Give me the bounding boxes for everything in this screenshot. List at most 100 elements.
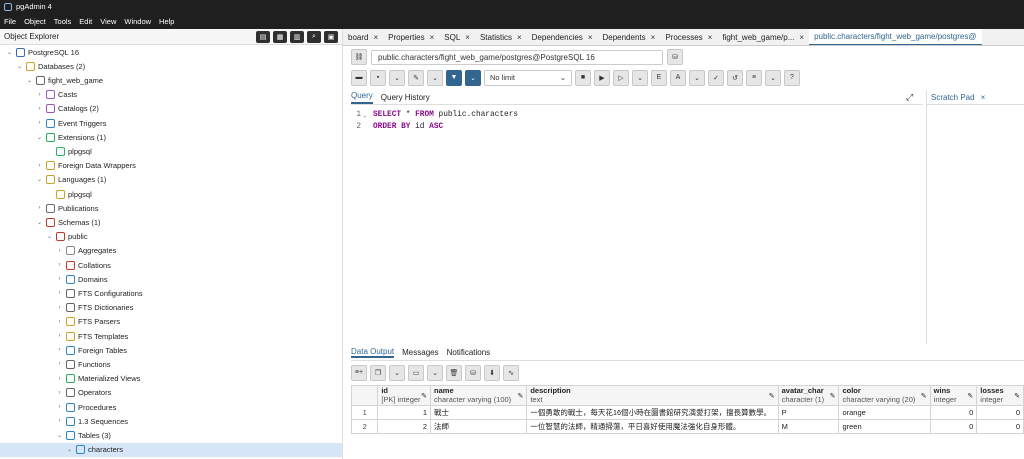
tree-node[interactable]: › Functions: [56, 357, 111, 371]
database-icon[interactable]: ⛁: [667, 49, 683, 65]
close-icon[interactable]: ×: [708, 33, 713, 42]
tree-node[interactable]: ⌄ fight_web_game: [26, 73, 103, 87]
cell-name[interactable]: 戰士: [430, 405, 528, 420]
filter-rows-icon[interactable]: ▥: [290, 30, 304, 43]
edit-column-icon[interactable]: ✎: [769, 392, 775, 400]
view-data-icon[interactable]: ▦: [273, 30, 287, 43]
close-icon[interactable]: ×: [588, 33, 593, 42]
chevron-right-icon[interactable]: ›: [36, 205, 43, 211]
close-icon[interactable]: ×: [981, 93, 986, 102]
column-header-name[interactable]: name character varying (100) ✎: [430, 385, 528, 406]
cell-name[interactable]: 法師: [430, 419, 528, 434]
cell-color[interactable]: orange: [838, 405, 931, 420]
chevron-right-icon[interactable]: ›: [56, 361, 63, 367]
macros-dropdown-icon[interactable]: ⌄: [765, 69, 781, 86]
menu-edit[interactable]: Edit: [79, 17, 92, 26]
tree-node[interactable]: › FTS Templates: [56, 329, 128, 343]
tree-node[interactable]: › Procedures: [56, 400, 116, 414]
tree-node[interactable]: › Operators: [56, 386, 111, 400]
tree-node[interactable]: › Collations: [56, 258, 111, 272]
chevron-right-icon[interactable]: ›: [56, 305, 63, 311]
tree-node[interactable]: › Foreign Data Wrappers: [36, 159, 136, 173]
add-row-icon[interactable]: ≡+: [351, 364, 367, 381]
column-header-color[interactable]: color character varying (20) ✎: [838, 385, 931, 406]
chevron-right-icon[interactable]: ›: [56, 404, 63, 410]
close-icon[interactable]: ×: [430, 33, 435, 42]
query-tool-icon[interactable]: ▤: [256, 30, 270, 43]
explain-icon[interactable]: E: [651, 69, 667, 86]
cell-color[interactable]: green: [838, 419, 931, 434]
connection-selector[interactable]: public.characters/fight_web_game/postgre…: [371, 49, 663, 65]
tab-2[interactable]: SQL ×: [439, 29, 475, 45]
cell-losses[interactable]: 0: [976, 405, 1024, 420]
column-header-losses[interactable]: losses integer ✎: [976, 385, 1024, 406]
tab-8[interactable]: public.characters/fight_web_game/postgre…: [809, 29, 982, 45]
chevron-down-icon[interactable]: ⌄: [36, 134, 43, 141]
tab-query-history[interactable]: Query History: [381, 93, 430, 104]
chevron-right-icon[interactable]: ›: [56, 248, 63, 254]
edit-column-icon[interactable]: ✎: [517, 392, 523, 400]
edit-column-icon[interactable]: ✎: [830, 392, 836, 400]
column-header-description[interactable]: description text ✎: [526, 385, 779, 406]
tab-3[interactable]: Statistics ×: [475, 29, 527, 45]
column-header-wins[interactable]: wins integer ✎: [929, 385, 978, 406]
fold-icon[interactable]: ⌄: [363, 112, 373, 119]
chevron-down-icon[interactable]: ⌄: [46, 233, 53, 240]
table-row[interactable]: 1 1 戰士 一個勇敢的戰士，每天花16個小時在圖書館研究演愛打架，擅長算數學。 Por…: [350, 405, 1024, 420]
sql-editor[interactable]: 1 ⌄ SELECT * FROM public.characters 2 ORDER …: [351, 109, 925, 345]
tab-notifications[interactable]: Notifications: [447, 348, 491, 357]
chevron-right-icon[interactable]: ›: [56, 347, 63, 353]
chevron-down-icon[interactable]: ⌄: [6, 49, 13, 56]
cell-avatar_char[interactable]: P: [777, 405, 840, 420]
column-header-avatar_char[interactable]: avatar_char character (1) ✎: [777, 385, 840, 406]
tree-node[interactable]: ⌄ public: [46, 230, 88, 244]
close-icon[interactable]: ×: [465, 33, 470, 42]
menu-help[interactable]: Help: [159, 17, 174, 26]
tree-node[interactable]: › Materialized Views: [56, 372, 140, 386]
connection-status-icon[interactable]: ⛓: [351, 49, 367, 65]
menu-file[interactable]: File: [4, 17, 16, 26]
tree-node[interactable]: ⌄ PostgreSQL 16: [6, 45, 79, 59]
row-limit-select[interactable]: No limit ⌄: [484, 69, 572, 86]
tab-scratch-pad[interactable]: Scratch Pad: [931, 93, 975, 102]
execute-icon[interactable]: ▶: [594, 69, 610, 86]
chevron-right-icon[interactable]: ›: [56, 333, 63, 339]
commit-icon[interactable]: ✓: [708, 69, 724, 86]
chevron-right-icon[interactable]: ›: [36, 120, 43, 126]
filter-icon[interactable]: ▼: [446, 69, 462, 86]
chevron-right-icon[interactable]: ›: [56, 276, 63, 282]
edit-column-icon[interactable]: ✎: [921, 392, 927, 400]
tree-node[interactable]: › FTS Configurations: [56, 286, 143, 300]
cell-id[interactable]: 1: [377, 405, 432, 420]
download-icon[interactable]: ⬇: [484, 364, 500, 381]
close-icon[interactable]: ×: [517, 33, 522, 42]
menu-tools[interactable]: Tools: [54, 17, 72, 26]
tree-node[interactable]: › Catalogs (2): [36, 102, 99, 116]
tab-7[interactable]: fight_web_game/p... ×: [717, 29, 809, 45]
chevron-down-icon[interactable]: ⌄: [56, 432, 63, 439]
menu-object[interactable]: Object: [24, 17, 46, 26]
tree-node[interactable]: › Casts: [36, 88, 77, 102]
edit-icon[interactable]: ✎: [408, 69, 424, 86]
tree-node[interactable]: ⌄ Languages (1): [36, 173, 106, 187]
search-icon[interactable]: ⌕: [307, 30, 321, 43]
tab-messages[interactable]: Messages: [402, 348, 438, 357]
close-icon[interactable]: ×: [651, 33, 656, 42]
expand-icon[interactable]: ⤢: [906, 92, 913, 103]
tab-data-output[interactable]: Data Output: [351, 347, 395, 358]
stop-icon[interactable]: ■: [575, 69, 591, 86]
tree-node[interactable]: › Aggregates: [56, 244, 116, 258]
tab-4[interactable]: Dependencies ×: [527, 29, 598, 45]
chevron-down-icon[interactable]: ⌄: [36, 176, 43, 183]
tree-node[interactable]: ⌄ Extensions (1): [36, 130, 106, 144]
tree-node[interactable]: › Publications: [36, 201, 98, 215]
macros-icon[interactable]: ≡: [746, 69, 762, 86]
chevron-right-icon[interactable]: ›: [56, 290, 63, 296]
column-header-id[interactable]: id [PK] integer ✎: [377, 385, 432, 406]
explain-analyze-icon[interactable]: A: [670, 69, 686, 86]
close-icon[interactable]: ×: [373, 33, 378, 42]
cell-description[interactable]: 一個勇敢的戰士，每天花16個小時在圖書館研究演愛打架，擅長算數學。: [526, 405, 779, 420]
chevron-down-icon[interactable]: ⌄: [36, 219, 43, 226]
save-file-icon[interactable]: ▪: [370, 69, 386, 86]
tree-node[interactable]: ⌄ characters: [0, 442, 342, 457]
